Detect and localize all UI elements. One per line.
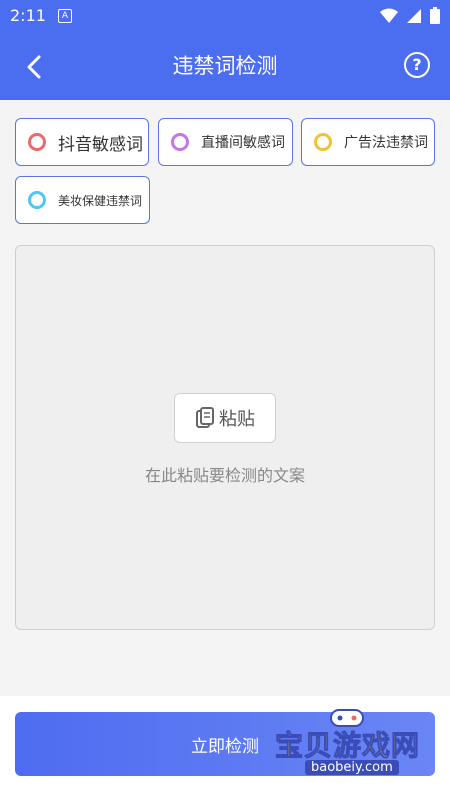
radio-ring-icon bbox=[28, 191, 46, 209]
category-chip-douyin[interactable]: 抖音敏感词 bbox=[15, 118, 149, 166]
wifi-icon bbox=[380, 8, 398, 23]
category-label: 抖音敏感词 bbox=[58, 134, 143, 155]
category-chip-ad-law[interactable]: 广告法违禁词 bbox=[301, 118, 435, 166]
help-button[interactable]: ? bbox=[404, 52, 430, 78]
radio-ring-icon bbox=[314, 133, 332, 151]
nav-bar: 违禁词检测 ? bbox=[0, 32, 450, 100]
status-icons bbox=[380, 7, 440, 24]
input-hint: 在此粘贴要检测的文案 bbox=[144, 466, 305, 485]
category-chip-beauty[interactable]: 美妆保健违禁词 bbox=[15, 176, 150, 224]
app-header: 2:11 A 违禁词检测 ? bbox=[0, 0, 450, 100]
category-label: 美妆保健违禁词 bbox=[58, 193, 143, 208]
category-label: 广告法违禁词 bbox=[344, 135, 428, 151]
radio-ring-icon bbox=[28, 133, 46, 151]
watermark-logo: 宝贝游戏网 baobeiy.com bbox=[274, 706, 443, 784]
watermark-text: 宝贝游戏网 bbox=[274, 729, 421, 763]
status-bar: 2:11 A bbox=[0, 0, 450, 32]
battery-icon bbox=[430, 7, 440, 24]
category-chip-live[interactable]: 直播间敏感词 bbox=[158, 118, 293, 166]
paste-label: 粘贴 bbox=[219, 409, 255, 430]
detect-label: 立即检测 bbox=[191, 736, 259, 757]
question-circle-icon: ? bbox=[412, 55, 422, 74]
signal-icon bbox=[407, 8, 421, 23]
notification-icon: A bbox=[58, 9, 72, 23]
status-time: 2:11 bbox=[10, 6, 46, 25]
radio-ring-icon bbox=[171, 133, 189, 151]
category-label: 直播间敏感词 bbox=[201, 135, 285, 151]
page-title: 违禁词检测 bbox=[172, 54, 278, 78]
paste-button[interactable]: 粘贴 bbox=[174, 393, 276, 443]
watermark-url: baobeiy.com bbox=[305, 760, 399, 775]
clipboard-icon bbox=[196, 407, 214, 428]
